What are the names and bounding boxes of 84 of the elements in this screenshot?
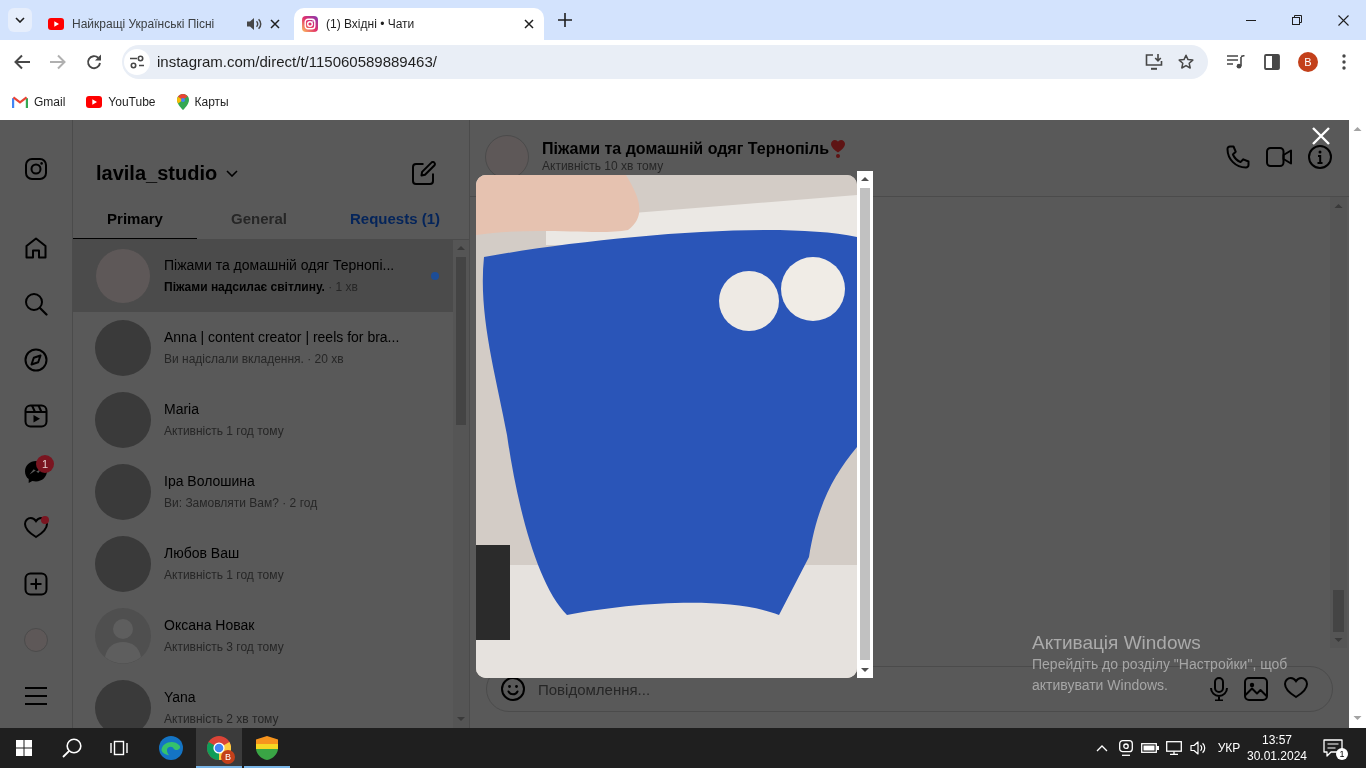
network-icon[interactable]	[1166, 741, 1182, 755]
conversation-name: Піжами та домашній одяг Тернопі...	[164, 256, 396, 274]
conversation-name: Оксана Новак	[164, 616, 256, 634]
close-icon[interactable]	[1337, 14, 1349, 26]
conversation-name: Maria	[164, 400, 200, 418]
video-camera-icon[interactable]	[1266, 147, 1292, 167]
account-name[interactable]: lavila_studio	[96, 156, 218, 190]
scrollbar[interactable]	[857, 171, 873, 678]
shield-logo-icon	[256, 736, 278, 760]
map-pin-icon	[176, 93, 189, 110]
star-icon[interactable]	[1178, 53, 1194, 70]
bookmark[interactable]: Карты	[176, 93, 229, 110]
compose-icon[interactable]	[412, 161, 436, 185]
image-icon[interactable]	[1244, 677, 1268, 701]
site-settings-icon[interactable]	[124, 48, 150, 75]
avatar-placeholder	[95, 320, 151, 376]
scrollbar[interactable]	[1349, 120, 1366, 728]
camera-logo-icon[interactable]	[24, 157, 48, 181]
inbox-tab[interactable]: Primary	[73, 197, 197, 239]
chat-title[interactable]: Піжами та домашній одяг Тернопіль	[542, 139, 829, 159]
chevron-up-icon[interactable]	[1096, 744, 1108, 752]
conversation-name: Іра Волошина	[164, 472, 256, 490]
bookmark[interactable]: Gmail	[12, 94, 66, 109]
play-logo-icon	[48, 18, 64, 30]
task-view-icon[interactable]	[110, 740, 128, 756]
battery-icon[interactable]	[1141, 743, 1159, 753]
compass-icon[interactable]	[24, 348, 48, 372]
avatar-placeholder	[95, 536, 151, 592]
speaker-icon[interactable]	[246, 17, 262, 31]
music-queue-icon[interactable]	[1227, 54, 1245, 69]
notification-badge: 1	[36, 455, 54, 473]
side-panel-icon[interactable]	[1264, 53, 1280, 70]
bookmark[interactable]: YouTube	[86, 94, 156, 109]
heart-exclamation-icon	[831, 140, 845, 158]
browser-tab[interactable]: Найкращі Українські Пісні	[40, 8, 290, 40]
windows-logo-icon[interactable]	[16, 740, 32, 756]
profile-badge: B	[221, 750, 235, 764]
tab-search-button[interactable]	[8, 8, 32, 32]
camera-logo-icon	[302, 16, 318, 32]
close-icon[interactable]	[524, 19, 534, 29]
clock-time[interactable]: 13:57	[1262, 732, 1292, 748]
avatar-placeholder	[95, 464, 151, 520]
play-logo-icon	[86, 95, 103, 108]
activation-title: Активація Windows	[1032, 632, 1201, 654]
reload-icon[interactable]	[86, 53, 102, 70]
monitor-download-icon[interactable]	[1145, 53, 1163, 70]
kebab-menu-icon[interactable]	[1342, 53, 1346, 70]
activation-message: активувати Windows.	[1032, 676, 1168, 695]
webcam-icon[interactable]	[1119, 740, 1133, 756]
conversation-name: Anna | content creator | reels for bra...	[164, 328, 401, 346]
language-indicator[interactable]: УКР	[1217, 741, 1241, 755]
url-text[interactable]: instagram.com/direct/t/115060589889463/	[157, 53, 437, 70]
heart-icon[interactable]	[1284, 677, 1308, 699]
address-bar[interactable]: instagram.com/direct/t/115060589889463/	[122, 44, 1208, 79]
heart-icon[interactable]	[24, 517, 48, 539]
reels-icon[interactable]	[24, 404, 48, 428]
microphone-icon[interactable]	[1210, 677, 1228, 701]
chevron-down-icon	[15, 17, 25, 23]
clock-date[interactable]: 30.01.2024	[1246, 748, 1308, 764]
browser-tab[interactable]: (1) Вхідні • Чати	[294, 8, 544, 40]
conversation-name: Yana	[164, 688, 197, 706]
notification-icon[interactable]	[1323, 739, 1343, 757]
chevron-down-icon[interactable]	[226, 170, 239, 177]
minimize-icon[interactable]	[1246, 19, 1256, 21]
conversation-name: Любов Ваш	[164, 544, 241, 562]
menu-icon[interactable]	[24, 687, 48, 705]
restore-icon[interactable]	[1292, 15, 1302, 25]
smiley-icon[interactable]	[501, 677, 525, 701]
plus-square-icon[interactable]	[24, 572, 48, 596]
avatar-placeholder	[95, 680, 151, 728]
profile-button[interactable]: B	[1298, 51, 1318, 72]
mail-logo-icon	[12, 95, 28, 108]
close-icon[interactable]	[270, 19, 280, 29]
notification-count: 1	[1336, 748, 1348, 760]
home-icon[interactable]	[24, 236, 48, 260]
wave-logo-icon	[159, 736, 183, 760]
volume-icon[interactable]	[1190, 741, 1206, 755]
phone-icon[interactable]	[1226, 145, 1250, 169]
taskbar-app[interactable]: B	[196, 728, 242, 768]
avatar-placeholder	[95, 392, 151, 448]
arrow-left-icon[interactable]	[14, 53, 30, 70]
search-icon[interactable]	[62, 738, 82, 758]
plus-icon[interactable]	[558, 13, 572, 27]
info-icon[interactable]	[1308, 145, 1332, 169]
